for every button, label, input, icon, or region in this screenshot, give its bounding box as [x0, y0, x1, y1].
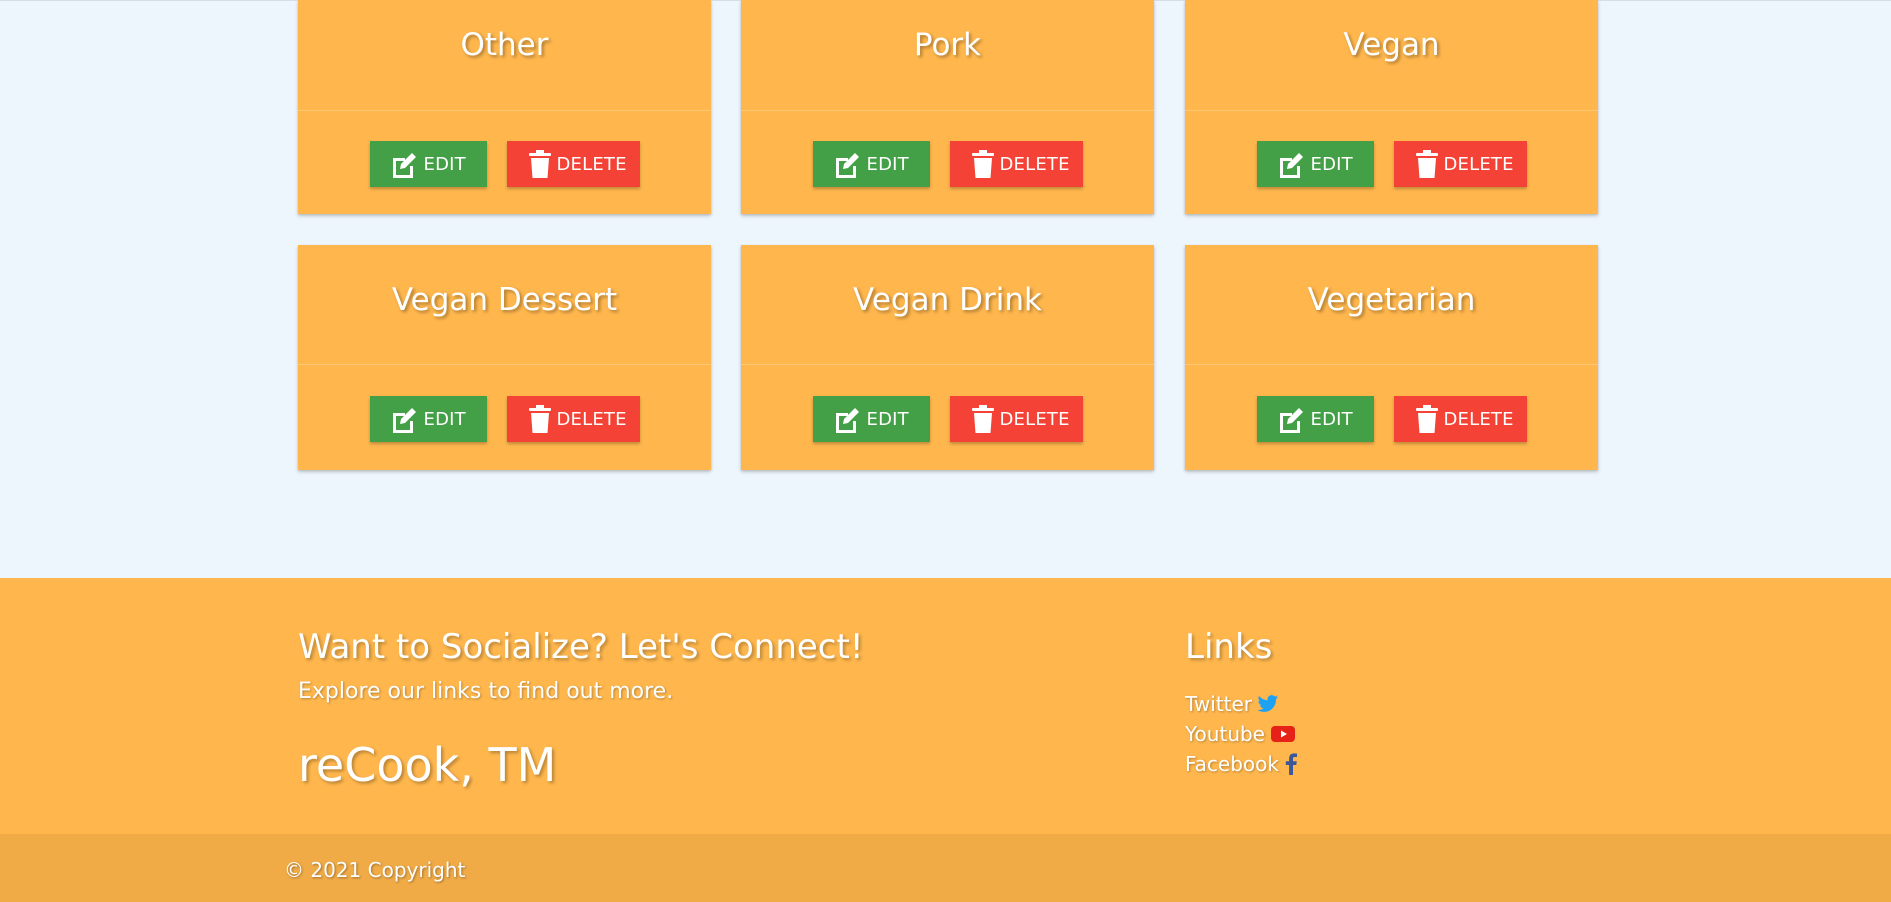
delete-button[interactable]: DELETE: [949, 396, 1083, 442]
footer-links: Twitter Youtube Facebook: [1185, 689, 1298, 779]
edit-label: EDIT: [1310, 408, 1353, 430]
footer-heading: Want to Socialize? Let's Connect!: [298, 627, 864, 667]
edit-label: EDIT: [423, 153, 466, 175]
category-title: Vegan Dessert: [391, 282, 618, 318]
delete-label: DELETE: [999, 408, 1070, 430]
edit-icon: [1277, 150, 1306, 179]
edit-icon: [390, 150, 419, 179]
delete-label: DELETE: [1443, 408, 1514, 430]
edit-button[interactable]: EDIT: [369, 396, 487, 442]
twitter-link-label: Twitter: [1185, 692, 1253, 716]
youtube-icon: [1270, 724, 1296, 744]
card-actions: EDIT DELETE: [741, 141, 1154, 187]
delete-button[interactable]: DELETE: [506, 141, 640, 187]
category-title: Vegan: [1343, 27, 1440, 63]
twitter-link[interactable]: Twitter: [1185, 689, 1298, 719]
category-card: Vegetarian EDIT DELETE: [1185, 245, 1598, 470]
delete-button[interactable]: DELETE: [506, 396, 640, 442]
edit-label: EDIT: [423, 408, 466, 430]
delete-button[interactable]: DELETE: [1393, 141, 1527, 187]
card-actions: EDIT DELETE: [298, 141, 711, 187]
card-divider: [741, 110, 1154, 111]
site-footer: Want to Socialize? Let's Connect! Explor…: [0, 578, 1891, 834]
edit-button[interactable]: EDIT: [1256, 141, 1374, 187]
card-actions: EDIT DELETE: [1185, 141, 1598, 187]
trash-icon: [1415, 404, 1438, 434]
edit-label: EDIT: [866, 408, 909, 430]
card-actions: EDIT DELETE: [741, 396, 1154, 442]
youtube-link-label: Youtube: [1185, 722, 1265, 746]
edit-button[interactable]: EDIT: [812, 396, 930, 442]
card-actions: EDIT DELETE: [1185, 396, 1598, 442]
edit-label: EDIT: [1310, 153, 1353, 175]
delete-label: DELETE: [556, 408, 627, 430]
delete-label: DELETE: [556, 153, 627, 175]
category-card: Vegan Dessert EDIT DELETE: [298, 245, 711, 470]
copyright-bar: © 2021 Copyright: [0, 834, 1891, 902]
edit-label: EDIT: [866, 153, 909, 175]
category-card: Vegan EDIT DELETE: [1185, 0, 1598, 214]
category-card: Other EDIT DELETE: [298, 0, 711, 214]
card-divider: [298, 364, 711, 365]
edit-icon: [833, 405, 862, 434]
twitter-icon: [1257, 694, 1279, 714]
edit-button[interactable]: EDIT: [1256, 396, 1374, 442]
edit-icon: [1277, 405, 1306, 434]
footer-subtext: Explore our links to find out more.: [298, 679, 674, 704]
delete-button[interactable]: DELETE: [949, 141, 1083, 187]
category-title: Pork: [913, 27, 982, 63]
edit-icon: [833, 150, 862, 179]
facebook-link-label: Facebook: [1185, 752, 1279, 776]
youtube-link[interactable]: Youtube: [1185, 719, 1298, 749]
facebook-icon: [1284, 753, 1298, 775]
trash-icon: [971, 149, 994, 179]
trash-icon: [528, 149, 551, 179]
trash-icon: [1415, 149, 1438, 179]
category-card: Pork EDIT DELETE: [741, 0, 1154, 214]
delete-label: DELETE: [1443, 153, 1514, 175]
category-title: Vegan Drink: [853, 282, 1042, 318]
delete-button[interactable]: DELETE: [1393, 396, 1527, 442]
delete-label: DELETE: [999, 153, 1070, 175]
facebook-link[interactable]: Facebook: [1185, 749, 1298, 779]
card-divider: [1185, 110, 1598, 111]
card-divider: [741, 364, 1154, 365]
category-title: Other: [460, 27, 549, 63]
edit-button[interactable]: EDIT: [812, 141, 930, 187]
copyright-text: © 2021 Copyright: [284, 858, 466, 882]
category-card: Vegan Drink EDIT DELETE: [741, 245, 1154, 470]
category-grid: Other EDIT DELETE Pork EDIT DELETE Vegan…: [0, 0, 1891, 578]
trash-icon: [971, 404, 994, 434]
category-title: Vegetarian: [1307, 282, 1476, 318]
edit-button[interactable]: EDIT: [369, 141, 487, 187]
links-heading: Links: [1185, 627, 1273, 667]
edit-icon: [390, 405, 419, 434]
brand-name: reCook, TM: [298, 738, 557, 792]
trash-icon: [528, 404, 551, 434]
card-divider: [298, 110, 711, 111]
card-divider: [1185, 364, 1598, 365]
card-actions: EDIT DELETE: [298, 396, 711, 442]
